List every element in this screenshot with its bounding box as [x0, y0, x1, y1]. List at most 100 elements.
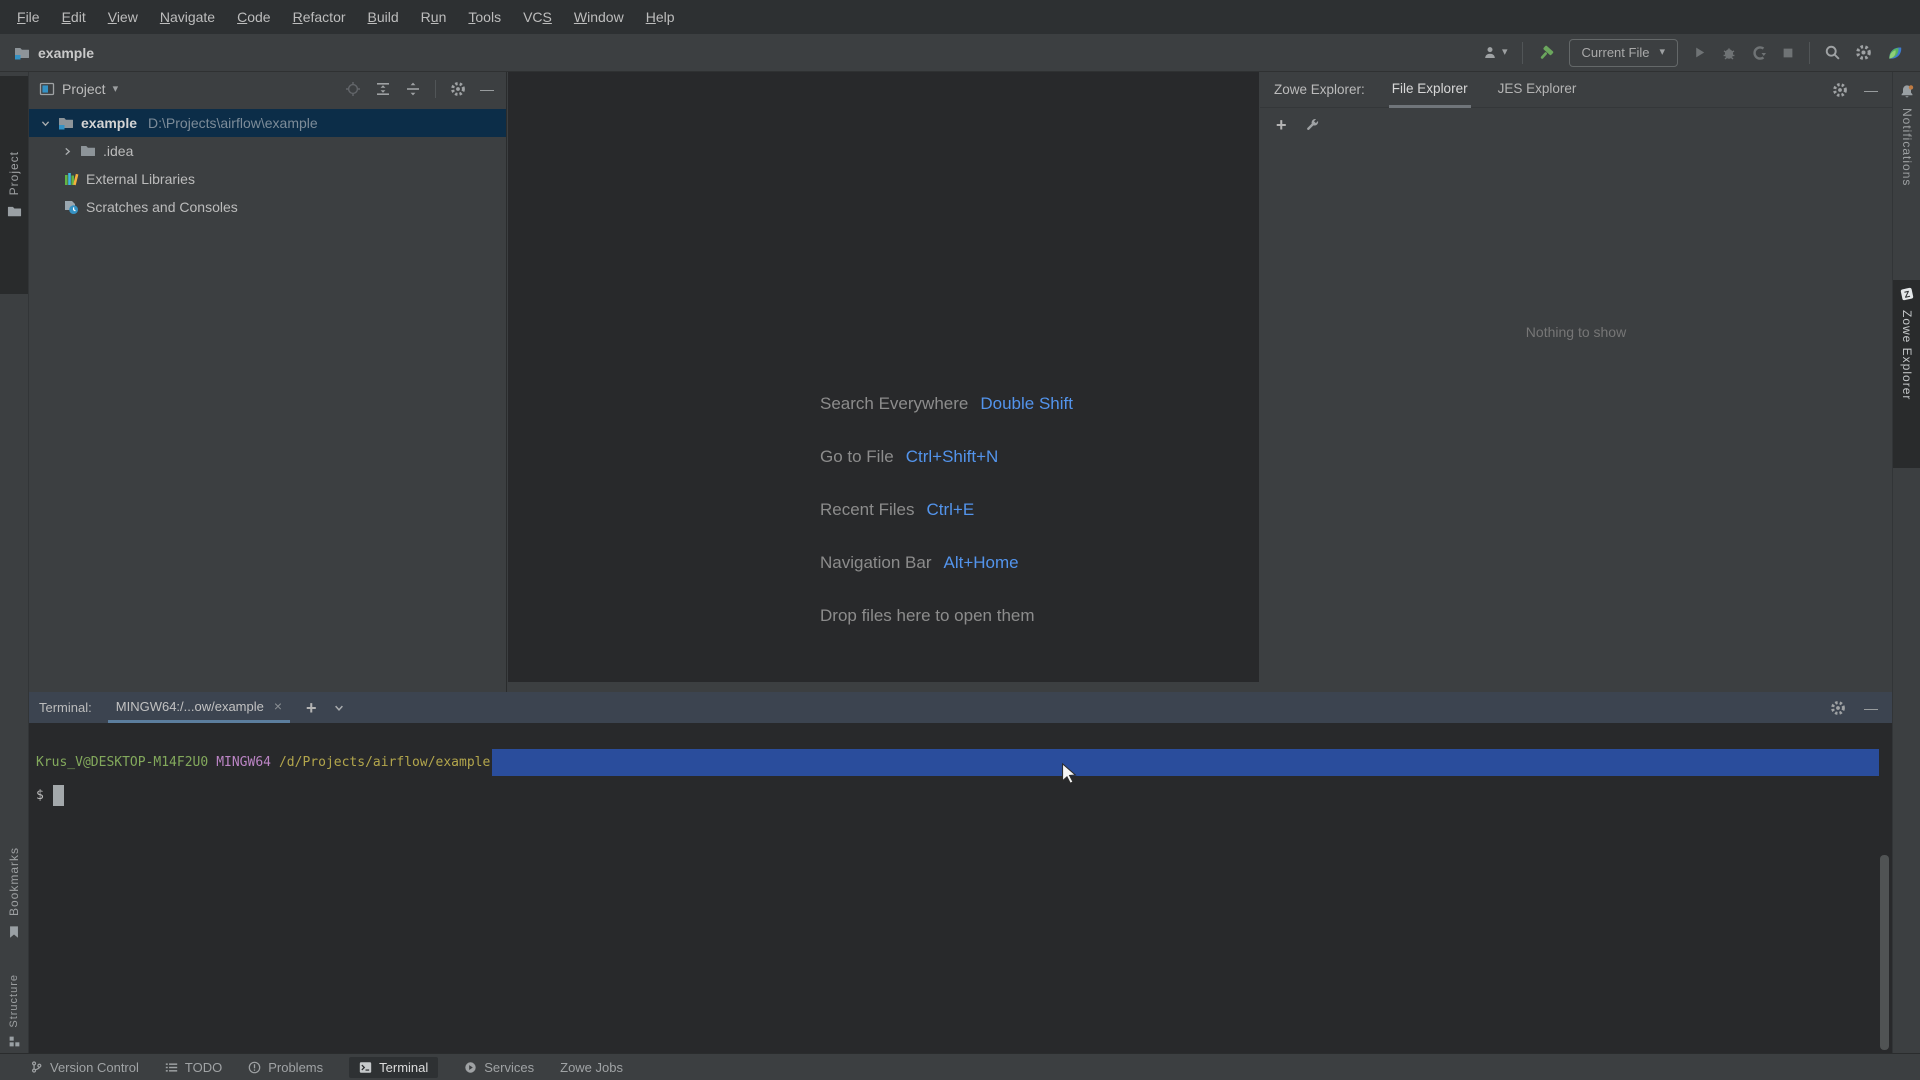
menu-item-help[interactable]: Help [635, 9, 686, 25]
project-folder-icon [7, 204, 22, 219]
tab-file-explorer[interactable]: File Explorer [1388, 72, 1471, 108]
code-with-me-button[interactable]: ▾ [1481, 45, 1508, 61]
statusbar-item-label: TODO [184, 1059, 223, 1075]
chevron-right-icon[interactable] [62, 146, 73, 157]
run-button[interactable] [1692, 45, 1707, 60]
statusbar-item-label: Version Control [50, 1059, 139, 1075]
tree-row-scratches[interactable]: Scratches and Consoles [29, 193, 506, 221]
hint-label: Drop files here to open them [820, 606, 1035, 625]
search-everywhere-icon[interactable] [1824, 44, 1841, 61]
hide-panel-icon[interactable]: — [1864, 83, 1878, 97]
menu-item-build[interactable]: Build [357, 9, 410, 25]
terminal-scrollbar[interactable] [1880, 855, 1889, 1050]
terminal-output[interactable]: Krus_V@DESKTOP-M14F2U0 MINGW64 /d/Projec… [29, 723, 1892, 806]
prompt-user-host: Krus_V@DESKTOP-M14F2U0 [36, 755, 209, 770]
menu-item-tools[interactable]: Tools [457, 9, 512, 25]
chevron-down-icon[interactable] [333, 702, 345, 714]
hide-panel-icon[interactable]: — [480, 82, 494, 96]
project-panel-title: Project [62, 81, 106, 97]
hint-label: Search Everywhere [820, 394, 969, 413]
tree-item-name: example [81, 115, 138, 131]
menu-item-run[interactable]: Run [410, 9, 458, 25]
tree-row-example-root[interactable]: example D:\Projects\airflow\example [29, 109, 506, 137]
bookmark-icon [7, 925, 21, 939]
wrench-icon[interactable] [1305, 118, 1320, 133]
editor-empty-area: Search Everywhere Double Shift Go to Fil… [508, 72, 1259, 682]
expand-all-icon[interactable] [375, 81, 391, 97]
build-hammer-button[interactable] [1537, 44, 1555, 62]
statusbar-item-services[interactable]: Services [464, 1060, 534, 1075]
tab-jes-explorer-label: JES Explorer [1497, 80, 1577, 96]
prompt-symbol: $ [36, 788, 44, 803]
todo-list-icon [165, 1061, 178, 1074]
settings-gear-icon[interactable] [1830, 700, 1846, 716]
settings-gear-icon[interactable] [1855, 44, 1872, 61]
project-title-label: example [38, 44, 95, 61]
close-icon[interactable]: × [274, 698, 282, 714]
menu-item-window[interactable]: Window [563, 9, 635, 25]
zowe-explorer-panel: Zowe Explorer: File Explorer JES Explore… [1260, 72, 1892, 692]
terminal-tab-mingw64[interactable]: MINGW64:/...ow/example × [107, 692, 291, 723]
tool-tab-notifications[interactable]: Notifications [1893, 80, 1920, 264]
statusbar-item-terminal[interactable]: Terminal [349, 1056, 439, 1078]
hint-drop-files: Drop files here to open them [820, 606, 1073, 626]
collapse-all-icon[interactable] [405, 81, 421, 97]
statusbar-item-problems[interactable]: Problems [248, 1060, 323, 1075]
add-profile-icon[interactable]: + [1276, 116, 1287, 134]
statusbar-item-zowe-jobs[interactable]: Zowe Jobs [560, 1060, 623, 1075]
chevron-down-icon[interactable]: ▾ [113, 83, 119, 95]
chevron-down-icon[interactable] [40, 118, 51, 129]
hint-go-to-file: Go to File Ctrl+Shift+N [820, 447, 1073, 467]
stop-button[interactable] [1781, 46, 1795, 60]
ide-window: File Edit View Navigate Code Refactor Bu… [0, 0, 1920, 1080]
menu-item-edit[interactable]: Edit [51, 9, 97, 25]
tool-tab-zowe-explorer-label: Zowe Explorer [1900, 310, 1914, 401]
settings-gear-icon[interactable] [450, 81, 466, 97]
tool-tab-bookmarks-label: Bookmarks [7, 847, 21, 917]
toolbar-separator [435, 80, 436, 98]
empty-state-text: Nothing to show [1525, 324, 1627, 340]
tab-jes-explorer[interactable]: JES Explorer [1495, 72, 1580, 108]
chevron-down-icon: ▾ [1502, 46, 1508, 58]
menu-item-vcs[interactable]: VCS [512, 9, 563, 25]
menu-item-refactor[interactable]: Refactor [282, 9, 357, 25]
profiler-button[interactable] [1751, 45, 1767, 61]
tree-row-idea[interactable]: .idea [29, 137, 506, 165]
terminal-input-line: $ [36, 785, 1892, 806]
new-terminal-icon[interactable]: + [306, 699, 317, 717]
selection-highlight [492, 749, 1879, 776]
statusbar-item-label: Zowe Jobs [560, 1059, 623, 1075]
project-panel-actions: — [345, 80, 494, 98]
tool-tab-project[interactable]: Project [0, 76, 28, 294]
project-view-icon [39, 81, 55, 97]
hint-label: Go to File [820, 447, 894, 466]
locate-file-icon[interactable] [345, 81, 361, 97]
menu-item-navigate[interactable]: Navigate [149, 9, 226, 25]
tool-tab-zowe-explorer[interactable]: Z Zowe Explorer [1893, 280, 1920, 468]
tool-tab-project-label: Project [7, 151, 21, 196]
zowe-panel-actions: — [1832, 82, 1878, 98]
services-icon [464, 1061, 477, 1074]
tool-tab-structure[interactable]: Structure [0, 972, 28, 1050]
debug-button[interactable] [1721, 45, 1737, 61]
tool-tab-bookmarks[interactable]: Bookmarks [0, 822, 28, 964]
terminal-prompt-line: Krus_V@DESKTOP-M14F2U0 MINGW64 /d/Projec… [36, 749, 1892, 776]
settings-gear-icon[interactable] [1832, 82, 1848, 98]
hint-shortcut: Ctrl+E [926, 500, 975, 519]
run-configuration-select[interactable]: Current File ▾ [1568, 38, 1678, 67]
scratches-icon [63, 199, 79, 215]
prompt-path: /d/Projects/airflow/example [278, 755, 491, 770]
right-tool-strip: Notifications Z Zowe Explorer [1892, 72, 1920, 1053]
statusbar-item-todo[interactable]: TODO [165, 1060, 222, 1075]
tool-tab-notifications-label: Notifications [1900, 108, 1914, 187]
run-configuration-value: Current File [1581, 45, 1650, 60]
plugin-leaf-icon[interactable] [1886, 44, 1904, 62]
chevron-down-icon: ▾ [1659, 46, 1665, 58]
statusbar-item-version-control[interactable]: Version Control [30, 1060, 139, 1075]
tab-file-explorer-label: File Explorer [1391, 80, 1468, 96]
menu-item-file[interactable]: File [6, 9, 51, 25]
menu-item-view[interactable]: View [97, 9, 149, 25]
hide-panel-icon[interactable]: — [1864, 701, 1878, 715]
tree-row-external-libraries[interactable]: External Libraries [29, 165, 506, 193]
menu-item-code[interactable]: Code [226, 9, 281, 25]
